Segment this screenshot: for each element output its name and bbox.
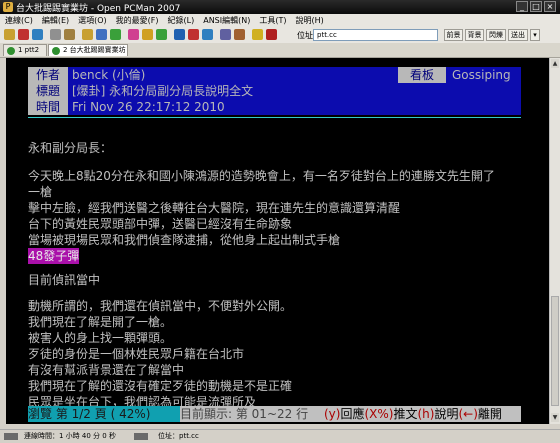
copy-icon[interactable] xyxy=(50,29,61,40)
anti-idle-icon[interactable] xyxy=(142,29,153,40)
author-key: 作者 xyxy=(28,67,68,83)
exit-icon[interactable] xyxy=(266,29,277,40)
scroll-down-icon[interactable]: ▼ xyxy=(551,413,559,422)
foreground-button[interactable]: 前景 xyxy=(444,29,463,41)
settings-icon[interactable] xyxy=(110,29,121,40)
edit-icon[interactable] xyxy=(234,29,245,40)
article-line: 今天晚上8點20分在永和國小陳鴻源的造勢晚會上，有一名歹徒對台上的連勝文先生開了 xyxy=(28,169,495,183)
tab-ptt[interactable]: 2 台大批踢踢實業坊 xyxy=(48,44,128,56)
tab-label: 2 台大批踢踢實業坊 xyxy=(63,46,126,54)
board-key: 看板 xyxy=(398,67,446,83)
background-button[interactable]: 背景 xyxy=(465,29,484,41)
toolbar: 位址： ptt.cc 前景 背景 閃爍 送出 ▾ xyxy=(0,27,560,44)
tab-bar: 1 ptt2 2 台大批踢踢實業坊 xyxy=(0,43,560,58)
quick-connect-icon[interactable] xyxy=(82,29,93,40)
emoticon-icon[interactable] xyxy=(252,29,263,40)
maximize-button[interactable]: □ xyxy=(530,1,542,12)
status-address: 位址：ptt.cc xyxy=(158,432,199,440)
send-button[interactable]: 送出 xyxy=(508,29,528,41)
article-line: 台下的黃姓民眾頭部中彈，送醫已經沒有生命跡象 xyxy=(28,217,293,231)
menu-edit[interactable]: 編輯(E) xyxy=(42,15,69,26)
status-bar: 連線時間：1 小時 40 分 0 秒 位址：ptt.cc xyxy=(0,429,560,443)
leave-label: 離開 xyxy=(477,407,502,421)
menu-options[interactable]: 選項(O) xyxy=(78,15,107,26)
article-line: 被害人的身上找一顆彈頭。 xyxy=(28,331,173,345)
article-line: 目前偵訊當中 xyxy=(28,273,101,287)
download-icon[interactable] xyxy=(156,29,167,40)
menu-log[interactable]: 紀錄(L) xyxy=(168,15,195,26)
minimize-button[interactable]: _ xyxy=(516,1,528,12)
menu-help[interactable]: 說明(H) xyxy=(295,15,323,26)
menu-ansi-edit[interactable]: ANSI編輯(N) xyxy=(203,15,250,26)
highlighted-line: 48發子彈 xyxy=(28,248,80,264)
pcman-window: P 台大批踢踢實業坊 - Open PCMan 2007 _ □ × 連線(C)… xyxy=(0,0,560,443)
terminal-screen[interactable]: 作者 benck (小倫) 看板 Gossiping 標題 [爆卦] 永和分局副… xyxy=(6,58,550,424)
vertical-scrollbar[interactable]: ▲ ▼ xyxy=(549,58,560,424)
article-line: 我們現在了解的還沒有確定歹徒的動機是不是正確 xyxy=(28,379,293,393)
push-label: 推文 xyxy=(393,407,418,421)
title-value: [爆卦] 永和分局副分局長說明全文 xyxy=(72,84,254,98)
push-key: (X%) xyxy=(364,407,394,421)
reply-label: 回應 xyxy=(340,407,365,421)
time-key: 時間 xyxy=(28,99,68,115)
article-line: 我們現在了解是開了一槍。 xyxy=(28,315,173,329)
ansi-icon[interactable] xyxy=(188,29,199,40)
menu-tools[interactable]: 工具(T) xyxy=(259,15,286,26)
article-line: 永和副分局長： xyxy=(28,141,113,155)
send-dropdown-icon[interactable]: ▾ xyxy=(530,29,540,41)
scroll-up-icon[interactable]: ▲ xyxy=(551,59,559,68)
reply-key: (y) xyxy=(324,407,341,421)
connection-time: 連線時間：1 小時 40 分 0 秒 xyxy=(24,432,116,440)
menu-connection[interactable]: 連線(C) xyxy=(5,15,33,26)
title-bar: P 台大批踢踢實業坊 - Open PCMan 2007 _ □ × xyxy=(0,0,560,14)
article-line: 一槍 xyxy=(28,185,53,199)
leave-key: (←) xyxy=(458,407,478,421)
article-line: 有沒有幫派背景還在了解當中 xyxy=(28,363,185,377)
pager-shortcuts: (y)回應(X%)推文(h)說明(←)離開 xyxy=(324,406,521,422)
time-value: Fri Nov 26 22:17:12 2010 xyxy=(72,100,225,114)
font-icon[interactable] xyxy=(174,29,185,40)
address-book-icon[interactable] xyxy=(96,29,107,40)
app-icon: P xyxy=(3,2,13,12)
connection-time-icon xyxy=(4,433,18,440)
paste-icon[interactable] xyxy=(64,29,75,40)
help-label: 說明 xyxy=(434,407,459,421)
disconnect-icon[interactable] xyxy=(18,29,29,40)
color-icon[interactable] xyxy=(128,29,139,40)
help-key: (h) xyxy=(417,407,435,421)
board-value: Gossiping xyxy=(452,68,511,82)
author-value: benck (小倫) xyxy=(72,68,146,82)
menu-bar: 連線(C) 編輯(E) 選項(O) 我的最愛(F) 紀錄(L) ANSI編輯(N… xyxy=(0,14,560,27)
title-key: 標題 xyxy=(28,83,68,99)
tab-label: 1 ptt2 xyxy=(18,46,40,54)
pager-page-info: 瀏覽 第 1/2 頁 ( 42%) xyxy=(28,406,180,422)
close-button[interactable]: × xyxy=(544,1,556,12)
article-line: 歹徒的身份是一個林姓民眾戶籍在台北市 xyxy=(28,347,245,361)
save-icon[interactable] xyxy=(220,29,231,40)
pager-status-bar: 瀏覽 第 1/2 頁 ( 42%) 目前顯示: 第 01~22 行 (y)回應(… xyxy=(28,406,521,422)
tab-ptt2[interactable]: 1 ptt2 xyxy=(3,44,47,56)
open-icon[interactable] xyxy=(202,29,213,40)
address-icon xyxy=(134,433,148,440)
article-line: 動機所謂的，我們還在偵訊當中，不便對外公開。 xyxy=(28,299,293,313)
menu-favorites[interactable]: 我的最愛(F) xyxy=(116,15,159,26)
connected-icon xyxy=(7,47,15,55)
scroll-thumb[interactable] xyxy=(551,296,559,406)
reconnect-icon[interactable] xyxy=(32,29,43,40)
connected-icon xyxy=(52,47,60,55)
pager-line-range: 目前顯示: 第 01~22 行 xyxy=(180,406,324,422)
address-input[interactable]: ptt.cc xyxy=(313,29,438,41)
new-connection-icon[interactable] xyxy=(4,29,15,40)
window-title: 台大批踢踢實業坊 - Open PCMan 2007 xyxy=(16,3,181,14)
blink-button[interactable]: 閃爍 xyxy=(486,29,506,41)
header-separator xyxy=(28,117,521,118)
article-line: 擊中左臉，經我們送醫之後轉往台大醫院，現在連先生的意識還算清醒 xyxy=(28,201,401,215)
article-line: 當場被現場民眾和我們偵查隊逮捕，從他身上起出制式手槍 xyxy=(28,233,341,247)
